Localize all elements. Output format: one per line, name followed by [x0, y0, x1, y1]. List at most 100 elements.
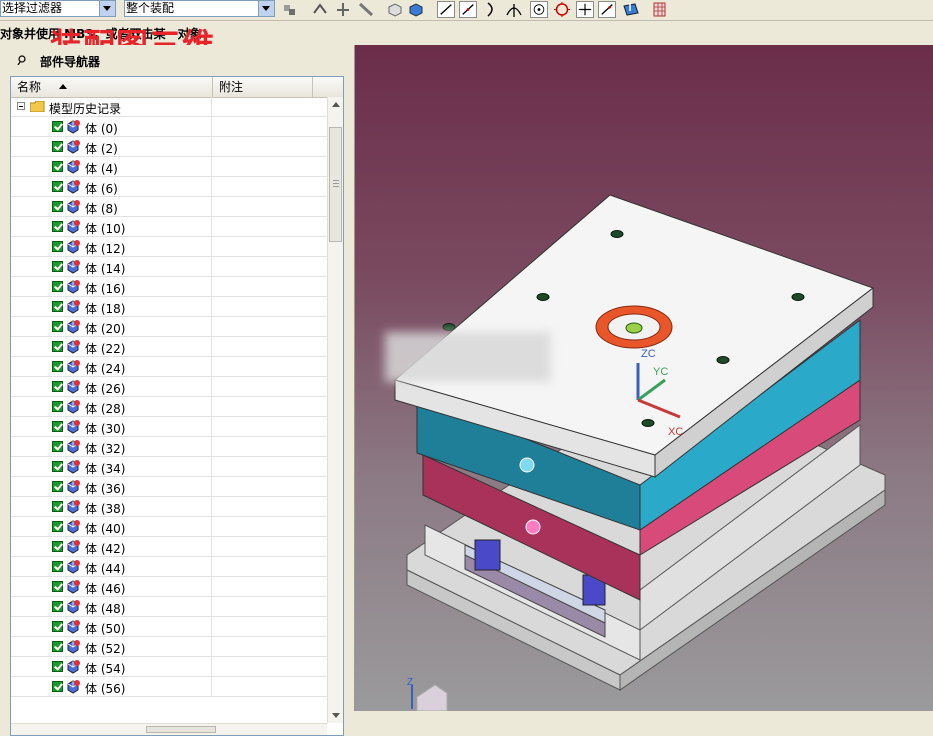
navigator-tree[interactable]: 名称 附注 模型历史记录 体 (0) 体 (2) 体 (4) 体 (6) 体 (8) 体 …	[10, 76, 344, 736]
tree-row-body[interactable]: 体 (28)	[11, 397, 327, 417]
visibility-checkbox[interactable]	[52, 261, 63, 272]
tree-row-body[interactable]: 体 (38)	[11, 497, 327, 517]
visibility-checkbox[interactable]	[52, 361, 63, 372]
tree-row-body[interactable]: 体 (34)	[11, 457, 327, 477]
graphics-viewport[interactable]: ZC YC XC Z	[355, 45, 933, 711]
visibility-checkbox[interactable]	[52, 141, 63, 152]
box-icon[interactable]	[386, 1, 404, 18]
solid-body-icon	[67, 280, 80, 294]
tree-row-body[interactable]: 体 (26)	[11, 377, 327, 397]
visibility-checkbox[interactable]	[52, 301, 63, 312]
solid-body-icon	[67, 380, 80, 394]
tree-row-body[interactable]: 体 (0)	[11, 117, 327, 137]
tree-root-model-history[interactable]: 模型历史记录	[11, 97, 327, 117]
body-label: 体 (48)	[85, 602, 126, 616]
body-label: 体 (36)	[85, 482, 126, 496]
curve-icon[interactable]	[483, 1, 501, 18]
visibility-checkbox[interactable]	[52, 161, 63, 172]
visibility-checkbox[interactable]	[52, 561, 63, 572]
tree-row-body[interactable]: 体 (20)	[11, 317, 327, 337]
center-point-icon[interactable]	[530, 1, 548, 18]
collapse-icon[interactable]	[17, 102, 25, 110]
column-header-name[interactable]: 名称	[11, 77, 213, 97]
visibility-checkbox[interactable]	[52, 401, 63, 412]
solid-body-icon	[67, 540, 80, 554]
visibility-checkbox[interactable]	[52, 461, 63, 472]
tree-row-body[interactable]: 体 (6)	[11, 177, 327, 197]
tree-row-body[interactable]: 体 (40)	[11, 517, 327, 537]
tree-row-body[interactable]: 体 (46)	[11, 577, 327, 597]
visibility-checkbox[interactable]	[52, 581, 63, 592]
column-header-note[interactable]: 附注	[213, 77, 313, 97]
visibility-checkbox[interactable]	[52, 681, 63, 692]
tree-row-body[interactable]: 体 (16)	[11, 277, 327, 297]
visibility-checkbox[interactable]	[52, 121, 63, 132]
visibility-checkbox[interactable]	[52, 281, 63, 292]
move-icon[interactable]	[334, 1, 352, 18]
vertical-scrollbar[interactable]	[327, 97, 343, 723]
tree-row-body[interactable]: 体 (22)	[11, 337, 327, 357]
tree-row-body[interactable]: 体 (48)	[11, 597, 327, 617]
tree-row-body[interactable]: 体 (12)	[11, 237, 327, 257]
tree-row-body[interactable]: 体 (36)	[11, 477, 327, 497]
visibility-checkbox[interactable]	[52, 341, 63, 352]
tree-row-body[interactable]: 体 (50)	[11, 617, 327, 637]
selection-filter-combo[interactable]: 选择过滤器	[0, 0, 116, 17]
visibility-checkbox[interactable]	[52, 521, 63, 532]
tree-row-body[interactable]: 体 (30)	[11, 417, 327, 437]
chevron-down-icon[interactable]	[258, 1, 274, 16]
tree-row-body[interactable]: 体 (2)	[11, 137, 327, 157]
tree-row-body[interactable]: 体 (4)	[11, 157, 327, 177]
visibility-checkbox[interactable]	[52, 441, 63, 452]
intersection-point-icon[interactable]	[576, 1, 594, 18]
visibility-checkbox[interactable]	[52, 501, 63, 512]
tree-row-body[interactable]: 体 (32)	[11, 437, 327, 457]
screw-head	[536, 293, 550, 301]
point-on-face-icon[interactable]	[622, 1, 640, 18]
visibility-checkbox[interactable]	[52, 661, 63, 672]
visibility-checkbox[interactable]	[52, 381, 63, 392]
visibility-checkbox[interactable]	[52, 421, 63, 432]
arc-icon[interactable]	[505, 1, 523, 18]
selection-scope-combo[interactable]: 整个装配	[124, 0, 275, 17]
solid-icon[interactable]	[407, 1, 425, 18]
quadrant-point-icon[interactable]	[553, 1, 571, 18]
scroll-up-icon[interactable]	[332, 102, 340, 107]
chevron-down-icon[interactable]	[99, 1, 115, 16]
visibility-checkbox[interactable]	[52, 181, 63, 192]
tree-row-body[interactable]: 体 (56)	[11, 677, 327, 697]
snap-icon[interactable]	[311, 1, 329, 18]
tree-row-body[interactable]: 体 (54)	[11, 657, 327, 677]
point-on-curve-icon[interactable]	[598, 1, 616, 18]
visibility-checkbox[interactable]	[52, 541, 63, 552]
scroll-thumb[interactable]	[329, 127, 342, 242]
grid-icon[interactable]	[651, 1, 669, 18]
screw-head	[716, 356, 730, 364]
visibility-checkbox[interactable]	[52, 201, 63, 212]
visibility-checkbox[interactable]	[52, 621, 63, 632]
tree-row-body[interactable]: 体 (44)	[11, 557, 327, 577]
visibility-checkbox[interactable]	[52, 221, 63, 232]
view-cube-icon[interactable]	[416, 684, 448, 711]
line-icon[interactable]	[437, 1, 455, 18]
visibility-checkbox[interactable]	[52, 601, 63, 612]
tree-row-body[interactable]: 体 (10)	[11, 217, 327, 237]
tree-row-body[interactable]: 体 (18)	[11, 297, 327, 317]
assembly-icon[interactable]	[281, 1, 299, 18]
pin-icon[interactable]	[17, 55, 27, 65]
scroll-down-icon[interactable]	[332, 713, 340, 718]
tree-row-body[interactable]: 体 (24)	[11, 357, 327, 377]
tree-row-body[interactable]: 体 (52)	[11, 637, 327, 657]
tree-row-body[interactable]: 体 (8)	[11, 197, 327, 217]
visibility-checkbox[interactable]	[52, 241, 63, 252]
solid-body-icon	[67, 360, 80, 374]
horizontal-scroll-thumb[interactable]	[146, 726, 216, 733]
line-through-point-icon[interactable]	[459, 1, 477, 18]
visibility-checkbox[interactable]	[52, 321, 63, 332]
horizontal-scrollbar[interactable]	[11, 723, 327, 735]
tree-row-body[interactable]: 体 (14)	[11, 257, 327, 277]
constraint-icon[interactable]	[357, 1, 375, 18]
visibility-checkbox[interactable]	[52, 641, 63, 652]
tree-row-body[interactable]: 体 (42)	[11, 537, 327, 557]
visibility-checkbox[interactable]	[52, 481, 63, 492]
